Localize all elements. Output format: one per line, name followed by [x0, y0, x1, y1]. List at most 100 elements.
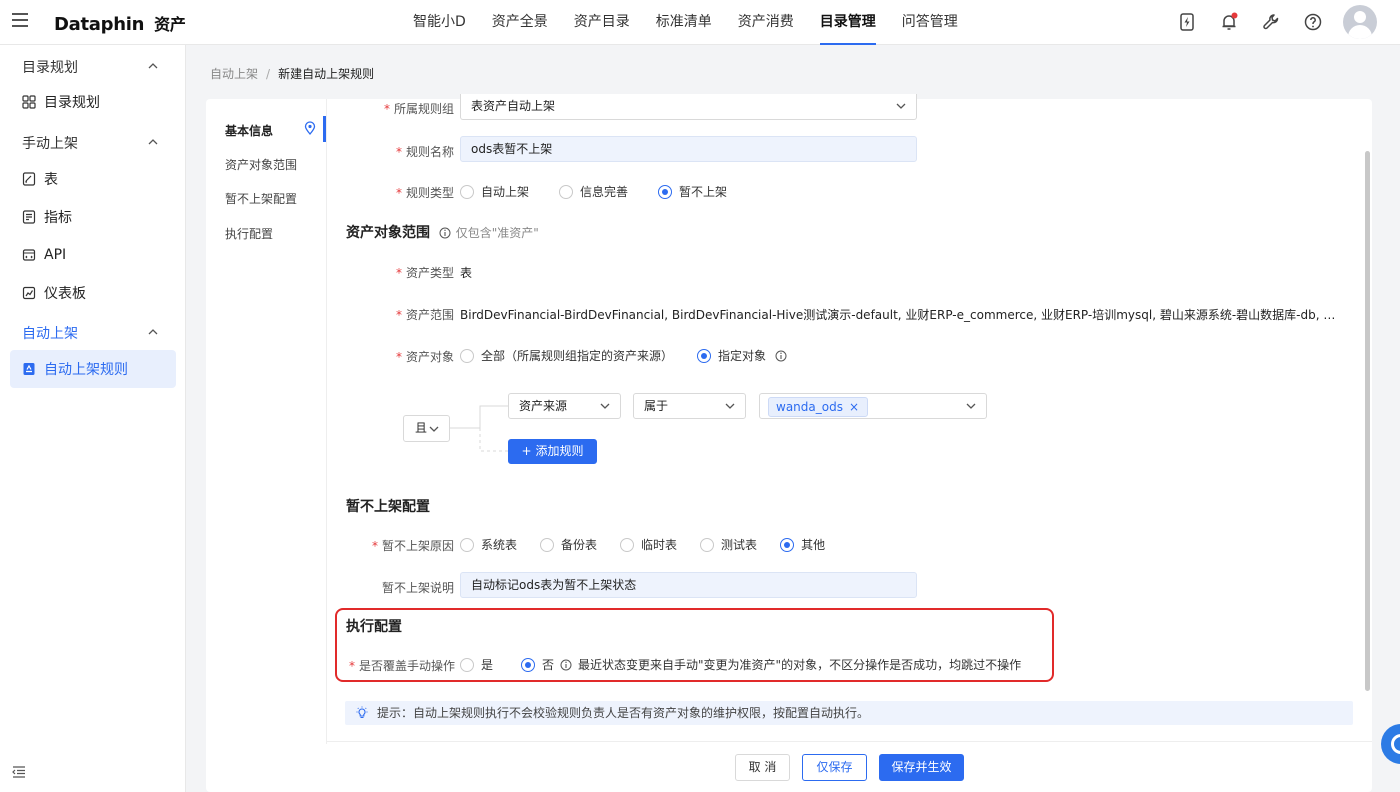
sidebar-item-label: API [44, 247, 67, 263]
sidebar-group-manual-listing[interactable]: 手动上架 [22, 133, 78, 153]
radio-button[interactable] [559, 184, 574, 199]
location-pin-icon [304, 121, 316, 135]
chevron-down-icon [429, 426, 439, 432]
nav-item-consumption[interactable]: 资产消费 [725, 0, 807, 45]
anchor-nav: 基本信息 资产对象范围 暂不上架配置 执行配置 [206, 99, 327, 744]
radio-button[interactable] [658, 184, 673, 199]
hold-reason-backup[interactable]: 备份表 [540, 536, 597, 553]
sidebar-item-label: 目录规划 [44, 95, 100, 111]
nav-item-asset-catalog[interactable]: 资产目录 [561, 0, 643, 45]
tip-text: 提示：自动上架规则执行不会校验规则负责人是否有资产对象的维护权限，按配置自动执行… [377, 706, 870, 720]
condition-field-value: 资产来源 [519, 399, 568, 413]
sidebar-item-auto-listing-rules[interactable]: 自动上架规则 [10, 350, 176, 388]
rule-name-label: * 规则名称 [396, 145, 455, 159]
user-avatar[interactable] [1343, 5, 1377, 39]
sidebar-group-auto-listing[interactable]: 自动上架 [22, 323, 78, 343]
nav-item-catalog-management[interactable]: 目录管理 [807, 0, 889, 45]
asset-object-specified[interactable]: 指定对象 [697, 347, 766, 364]
sidebar-item-api[interactable]: API [10, 236, 176, 274]
condition-field-select[interactable]: 资产来源 [508, 393, 621, 419]
cancel-button[interactable]: 取 消 [735, 754, 790, 781]
radio-button[interactable] [620, 537, 635, 552]
rule-type-auto-listing[interactable]: 自动上架 [460, 183, 529, 200]
info-icon[interactable] [775, 350, 787, 362]
collapse-sidebar-icon[interactable] [12, 765, 26, 779]
condition-value-select[interactable]: wanda_ods × [759, 393, 987, 419]
sidebar: 目录规划 目录规划 手动上架 表 指标 API 仪表板 自动上架 自动上架规则 [0, 45, 186, 792]
app-logo[interactable]: Dataphin 资产 [54, 11, 186, 35]
tag-close-icon[interactable]: × [849, 400, 859, 414]
anchor-item-hold-config[interactable]: 暂不上架配置 [225, 190, 297, 207]
hold-reason-other[interactable]: 其他 [780, 536, 825, 553]
hold-reason-test[interactable]: 测试表 [700, 536, 757, 553]
scrollbar[interactable] [1365, 151, 1370, 691]
nav-item-qa-management[interactable]: 问答管理 [889, 0, 971, 45]
sidebar-item-metric[interactable]: 指标 [10, 198, 176, 236]
rule-name-value: ods表暂不上架 [471, 142, 553, 156]
anchor-item-scope[interactable]: 资产对象范围 [225, 156, 297, 173]
radio-button[interactable] [460, 348, 474, 363]
dashboard-icon [22, 286, 36, 300]
rule-type-radio-group: 自动上架 信息完善 暂不上架 [460, 183, 727, 200]
add-rule-button[interactable]: + 添加规则 [508, 439, 597, 464]
sidebar-item-label: 表 [44, 172, 58, 188]
chevron-up-icon[interactable] [148, 137, 158, 147]
override-yes[interactable]: 是 [460, 656, 493, 673]
sidebar-item-table[interactable]: 表 [10, 160, 176, 198]
radio-button[interactable] [460, 537, 474, 552]
logic-operator-value: 且 [415, 421, 428, 435]
hold-reason-temp[interactable]: 临时表 [620, 536, 677, 553]
breadcrumb: 自动上架 / 新建自动上架规则 [210, 65, 374, 82]
rule-group-value: 表资产自动上架 [471, 99, 556, 113]
sidebar-item-catalog-planning[interactable]: 目录规划 [10, 83, 176, 121]
asset-range-label: * 资产范围 [396, 308, 455, 322]
sidebar-group-catalog-planning[interactable]: 目录规划 [22, 57, 78, 77]
override-no[interactable]: 否 [521, 656, 554, 673]
rule-type-info-complete[interactable]: 信息完善 [559, 183, 628, 200]
nav-item-asset-overview[interactable]: 资产全景 [479, 0, 561, 45]
bell-icon[interactable] [1219, 12, 1239, 32]
nav-item-standards[interactable]: 标准清单 [643, 0, 725, 45]
nav-item-smart-d[interactable]: 智能小D [400, 0, 479, 45]
sidebar-item-label: 自动上架规则 [44, 362, 128, 378]
assistant-fab[interactable] [1381, 724, 1400, 764]
asset-type-label: * 资产类型 [396, 266, 455, 280]
save-only-button[interactable]: 仅保存 [802, 754, 867, 781]
chevron-up-icon[interactable] [148, 327, 158, 337]
radio-button[interactable] [540, 537, 555, 552]
scope-hint: 仅包含"准资产" [455, 226, 539, 240]
chevron-down-icon [600, 403, 610, 409]
radio-button[interactable] [521, 657, 536, 672]
sidebar-item-label: 仪表板 [44, 286, 86, 302]
save-and-apply-button[interactable]: 保存并生效 [879, 754, 964, 781]
logic-operator-select[interactable]: 且 [403, 415, 450, 442]
lightning-doc-icon[interactable] [1177, 12, 1197, 32]
rule-name-input[interactable]: ods表暂不上架 [460, 136, 917, 162]
hold-desc-input[interactable]: 自动标记ods表为暂不上架状态 [460, 572, 917, 598]
hold-reason-system[interactable]: 系统表 [460, 536, 517, 553]
rule-type-hold[interactable]: 暂不上架 [658, 183, 727, 200]
breadcrumb-parent[interactable]: 自动上架 [210, 67, 258, 81]
chevron-up-icon[interactable] [148, 61, 158, 71]
menu-icon[interactable] [12, 13, 28, 27]
rule-group-select[interactable]: 表资产自动上架 [460, 94, 917, 120]
rule-group-label: * 所属规则组 [384, 102, 455, 116]
breadcrumb-current: 新建自动上架规则 [278, 67, 375, 81]
radio-button[interactable] [460, 184, 474, 199]
condition-operator-select[interactable]: 属于 [633, 393, 746, 419]
info-icon[interactable] [560, 659, 572, 671]
asset-object-all[interactable]: 全部（所属规则组指定的资产来源） [460, 347, 673, 364]
anchor-item-basic-info[interactable]: 基本信息 [225, 122, 273, 139]
sidebar-item-dashboard[interactable]: 仪表板 [10, 274, 176, 312]
scope-section-title: 资产对象范围 仅包含"准资产" [346, 225, 539, 241]
wrench-icon[interactable] [1261, 12, 1281, 32]
api-icon [22, 249, 36, 261]
radio-button[interactable] [700, 537, 715, 552]
help-icon[interactable] [1303, 12, 1323, 32]
anchor-item-exec-config[interactable]: 执行配置 [225, 225, 273, 242]
info-icon[interactable] [439, 227, 451, 239]
radio-button[interactable] [460, 657, 474, 672]
radio-button[interactable] [780, 537, 795, 552]
rule-type-label: * 规则类型 [396, 186, 455, 200]
radio-button[interactable] [697, 348, 712, 363]
